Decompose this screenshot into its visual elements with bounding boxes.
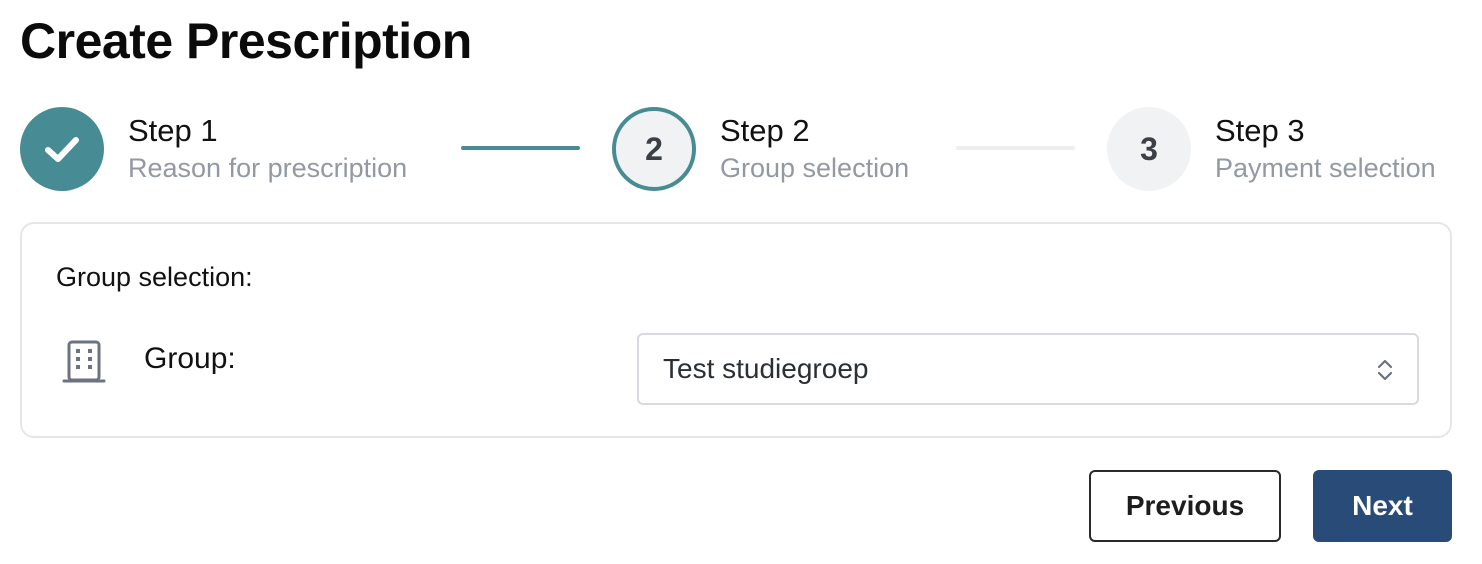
group-selection-card: Group selection: Group: Test studiegroep: [20, 222, 1452, 438]
step-3[interactable]: 3 Step 3 Payment selection: [1107, 106, 1436, 192]
step-1[interactable]: Step 1 Reason for prescription: [20, 106, 407, 192]
step-2-indicator: 2: [612, 107, 696, 191]
step-connector-1: [461, 146, 580, 150]
step-3-description: Payment selection: [1215, 153, 1436, 183]
step-1-text: Step 1 Reason for prescription: [128, 112, 407, 186]
step-1-label: Step 1: [128, 113, 218, 148]
step-1-description: Reason for prescription: [128, 153, 408, 183]
stepper: Step 1 Reason for prescription 2 Step 2 …: [20, 106, 1460, 192]
step-2-text: Step 2 Group selection: [720, 112, 909, 186]
step-3-number: 3: [1140, 130, 1158, 167]
step-2-description: Group selection: [720, 153, 910, 183]
chevron-updown-icon: [1377, 359, 1393, 381]
step-2-number: 2: [645, 130, 663, 167]
group-select[interactable]: Test studiegroep: [637, 333, 1419, 405]
building-icon: [62, 340, 106, 383]
next-button[interactable]: Next: [1313, 470, 1452, 542]
step-2[interactable]: 2 Step 2 Group selection: [612, 106, 909, 192]
step-3-label: Step 3: [1215, 113, 1305, 148]
group-field-label: Group:: [144, 342, 236, 375]
step-3-text: Step 3 Payment selection: [1215, 112, 1436, 186]
step-2-label: Step 2: [720, 113, 810, 148]
previous-button[interactable]: Previous: [1089, 470, 1281, 542]
card-heading: Group selection:: [56, 262, 253, 292]
create-prescription-page: Create Prescription Step 1 Reason for pr…: [0, 0, 1482, 564]
group-select-value: Test studiegroep: [663, 353, 869, 384]
step-connector-2: [956, 146, 1075, 150]
step-1-indicator: [20, 107, 104, 191]
step-3-indicator: 3: [1107, 107, 1191, 191]
page-title: Create Prescription: [20, 13, 472, 69]
checkmark-icon: [45, 137, 79, 162]
